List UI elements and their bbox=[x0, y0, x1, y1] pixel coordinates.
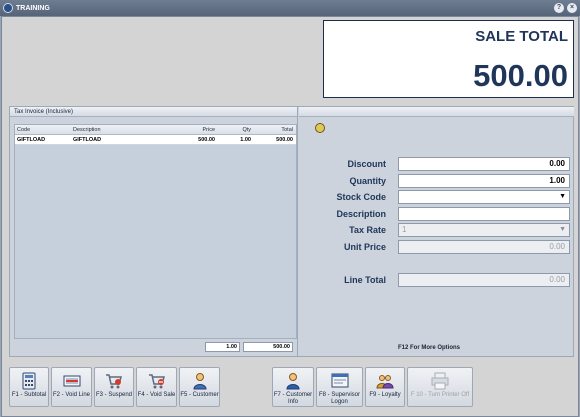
customer-info-icon bbox=[286, 373, 300, 390]
printer-icon bbox=[431, 372, 449, 390]
stock-code-label: Stock Code bbox=[336, 192, 386, 202]
void-sale-button[interactable]: F4 - Void Sale bbox=[136, 367, 177, 407]
discount-field[interactable]: 0.00 bbox=[398, 157, 570, 171]
discount-label: Discount bbox=[347, 159, 386, 169]
cell-total: 500.00 bbox=[276, 137, 293, 143]
description-label: Description bbox=[336, 209, 386, 219]
cell-qty: 1.00 bbox=[240, 137, 251, 143]
col-total[interactable]: Total bbox=[254, 125, 296, 134]
printer-off-button: F 10 - Turn Printer Off bbox=[407, 367, 473, 407]
more-options-hint: F12 For More Options bbox=[398, 345, 461, 351]
col-qty[interactable]: Qty bbox=[218, 125, 254, 134]
void-line-button[interactable]: F2 - Void Line bbox=[51, 367, 92, 407]
suspend-button[interactable]: F3 - Suspend bbox=[94, 367, 134, 407]
cell-description: GIFTLOAD bbox=[73, 137, 102, 143]
line-total-row: Line Total 0.00 bbox=[299, 273, 573, 287]
printer-off-label: F 10 - Turn Printer Off bbox=[410, 392, 470, 398]
tax-rate-select: 1 ▼ bbox=[398, 223, 570, 237]
customer-info-button[interactable]: F7 - Customer Info bbox=[272, 367, 314, 407]
transaction-panel: Tax Invoice (Inclusive) Code Description… bbox=[9, 106, 574, 357]
col-code[interactable]: Code bbox=[15, 125, 71, 134]
quantity-row: Quantity 1.00 bbox=[299, 174, 573, 188]
invoice-grid[interactable]: Code Description Price Qty Total GIFTLOA… bbox=[14, 124, 297, 339]
sale-total-label: SALE TOTAL bbox=[475, 28, 568, 45]
title-bar: TRAINING ? × bbox=[0, 0, 580, 16]
col-price[interactable]: Price bbox=[166, 125, 218, 134]
help-icon[interactable]: ? bbox=[554, 3, 564, 13]
cell-code: GIFTLOAD bbox=[17, 137, 46, 143]
window-title: TRAINING bbox=[16, 4, 50, 12]
quantity-label: Quantity bbox=[349, 176, 386, 186]
loyalty-group-icon bbox=[376, 375, 394, 389]
cell-price: 500.00 bbox=[198, 137, 215, 143]
calculator-icon bbox=[22, 372, 36, 390]
unit-price-field: 0.00 bbox=[398, 240, 570, 254]
description-field[interactable] bbox=[398, 207, 570, 221]
subtotal-button[interactable]: F1 - Subtotal bbox=[9, 367, 49, 407]
void-line-icon bbox=[63, 375, 80, 387]
supervisor-logon-label: F8 - Supervisor Logon bbox=[318, 392, 360, 405]
chevron-down-icon[interactable]: ▼ bbox=[559, 191, 566, 203]
unit-price-label: Unit Price bbox=[343, 242, 386, 252]
supervisor-logon-button[interactable]: F8 - Supervisor Logon bbox=[316, 367, 363, 407]
customer-icon bbox=[192, 373, 207, 390]
total-amount-field: 500.00 bbox=[243, 342, 293, 352]
line-total-label: Line Total bbox=[344, 275, 386, 285]
col-description[interactable]: Description bbox=[71, 125, 166, 134]
loyalty-button[interactable]: F9 - Loyalty bbox=[365, 367, 405, 407]
item-entry-panel: Discount 0.00 Quantity 1.00 Stock Code ▼… bbox=[299, 107, 574, 356]
loyalty-label: F9 - Loyalty bbox=[369, 392, 401, 398]
chevron-down-icon: ▼ bbox=[559, 226, 566, 233]
unit-price-row: Unit Price 0.00 bbox=[299, 240, 573, 254]
invoice-header: Tax Invoice (Inclusive) bbox=[10, 107, 297, 117]
cart-suspend-icon bbox=[106, 374, 122, 389]
close-icon[interactable]: × bbox=[567, 3, 577, 13]
tax-rate-row: Tax Rate 1 ▼ bbox=[299, 223, 573, 237]
debug-icon[interactable] bbox=[315, 123, 325, 133]
sale-total-value: 500.00 bbox=[473, 58, 568, 93]
quantity-field[interactable]: 1.00 bbox=[398, 174, 570, 188]
total-qty-field: 1.00 bbox=[205, 342, 240, 352]
sale-total-display: SALE TOTAL 500.00 bbox=[323, 20, 574, 98]
cart-void-icon bbox=[148, 374, 165, 389]
grid-header: Code Description Price Qty Total bbox=[15, 125, 296, 135]
subtotal-label: F1 - Subtotal bbox=[11, 392, 47, 398]
supervisor-window-icon bbox=[331, 373, 348, 388]
invoice-panel: Tax Invoice (Inclusive) Code Description… bbox=[10, 107, 298, 356]
customer-label: F5 - Customer bbox=[180, 392, 219, 398]
void-sale-label: F4 - Void Sale bbox=[137, 392, 176, 398]
customer-info-label: F7 - Customer Info bbox=[273, 392, 313, 405]
suspend-label: F3 - Suspend bbox=[95, 392, 133, 398]
tax-rate-value: 1 bbox=[402, 225, 407, 234]
stock-code-select[interactable]: ▼ bbox=[398, 190, 570, 204]
discount-row: Discount 0.00 bbox=[299, 157, 573, 171]
tax-rate-label: Tax Rate bbox=[349, 225, 386, 235]
app-logo-icon bbox=[3, 3, 13, 13]
entry-header bbox=[299, 107, 574, 117]
description-row: Description bbox=[299, 207, 573, 221]
customer-button[interactable]: F5 - Customer bbox=[179, 367, 220, 407]
stock-code-row: Stock Code ▼ bbox=[299, 190, 573, 204]
line-total-field: 0.00 bbox=[398, 273, 570, 287]
void-line-label: F2 - Void Line bbox=[52, 392, 91, 398]
table-row[interactable]: GIFTLOAD GIFTLOAD 500.00 1.00 500.00 bbox=[15, 135, 296, 145]
